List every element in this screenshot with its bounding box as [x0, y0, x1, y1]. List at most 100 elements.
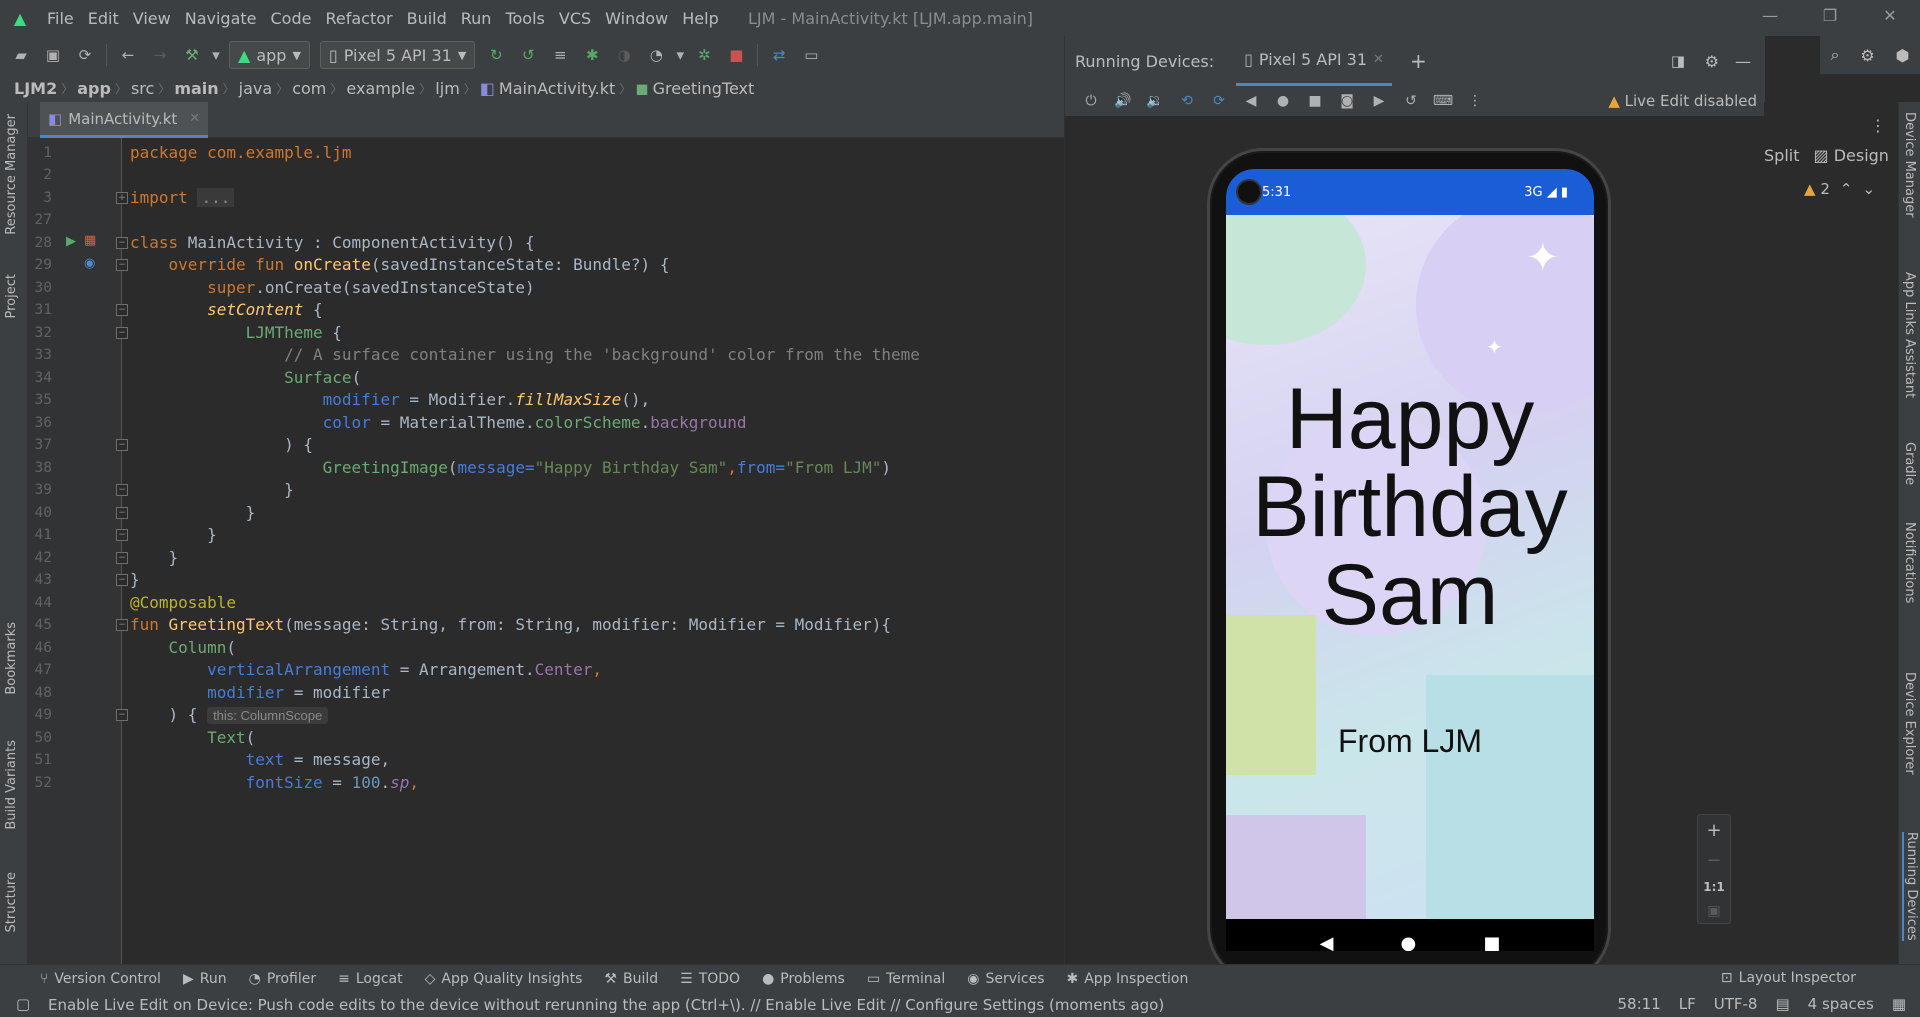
fold-toggle[interactable]: − — [116, 709, 128, 721]
attach-process-icon[interactable]: ✲ — [689, 41, 719, 69]
fold-toggle[interactable]: − — [116, 327, 128, 339]
crumb-example[interactable]: example — [346, 79, 415, 98]
menu-file[interactable]: File — [40, 9, 81, 28]
layout-toggle-icon[interactable]: ◨ — [1671, 52, 1685, 70]
volume-down-icon[interactable]: 🔉 — [1139, 93, 1171, 109]
attach-debugger-icon[interactable]: ◑ — [609, 41, 639, 69]
screen-record-icon[interactable]: ▶ — [1363, 93, 1395, 109]
fold-toggle[interactable]: − — [116, 552, 128, 564]
tool-version-control[interactable]: ⑂ Version Control — [40, 971, 161, 987]
next-highlight-icon[interactable]: ⌄ — [1862, 180, 1875, 198]
device-select[interactable]: ▯ Pixel 5 API 31 ▼ — [319, 41, 476, 69]
crumb-ljm[interactable]: ljm — [435, 79, 459, 98]
crumb-src[interactable]: src — [131, 79, 154, 98]
crumb-module[interactable]: app — [77, 79, 111, 98]
maximize-icon[interactable]: ❐ — [1810, 6, 1850, 25]
tab-gradle[interactable]: Gradle — [1902, 442, 1917, 485]
fold-toggle[interactable]: − — [116, 574, 128, 586]
fold-toggle[interactable]: − — [116, 507, 128, 519]
close-window-icon[interactable]: ✕ — [1870, 6, 1910, 25]
crumb-com[interactable]: com — [292, 79, 326, 98]
zoom-in-icon[interactable]: + — [1706, 820, 1721, 841]
line-separator[interactable]: LF — [1679, 995, 1696, 1013]
tool-app-quality-insights[interactable]: ◇ App Quality Insights — [425, 971, 583, 987]
indent-setting[interactable]: 4 spaces — [1808, 995, 1874, 1013]
run-gutter-icon[interactable]: ▶ — [66, 234, 76, 249]
run-tasks-icon[interactable]: ≡ — [545, 41, 575, 69]
profile-dropdown-icon[interactable]: ▾ — [673, 41, 687, 69]
run-config-select[interactable]: ▲ app ▼ — [229, 41, 310, 69]
tab-project[interactable]: Project — [4, 274, 19, 318]
compose-preview-icon[interactable]: ▦ — [84, 233, 96, 248]
home-button-icon[interactable]: ● — [1267, 93, 1299, 109]
sync-gradle-icon[interactable]: ⇄ — [764, 41, 794, 69]
readonly-lock-icon[interactable]: ▤ — [1775, 995, 1789, 1013]
menu-navigate[interactable]: Navigate — [178, 9, 264, 28]
status-message[interactable]: Enable Live Edit on Device: Push code ed… — [48, 996, 1164, 1014]
menu-tools[interactable]: Tools — [498, 9, 551, 28]
snapshot-icon[interactable]: ↺ — [1395, 93, 1427, 109]
rotate-right-icon[interactable]: ⟳ — [1203, 93, 1235, 109]
minimize-icon[interactable]: — — [1750, 6, 1790, 25]
menu-code[interactable]: Code — [264, 9, 319, 28]
keyboard-icon[interactable]: ⌨ — [1427, 93, 1459, 109]
save-icon[interactable]: ▣ — [38, 41, 68, 69]
more-options-icon[interactable]: ⋮ — [1870, 116, 1886, 135]
close-tab-icon[interactable]: ✕ — [189, 111, 200, 126]
file-encoding[interactable]: UTF-8 — [1714, 995, 1758, 1013]
close-tab-icon[interactable]: ✕ — [1373, 52, 1384, 67]
hide-panel-icon[interactable]: — — [1735, 52, 1751, 71]
warnings-indicator[interactable]: ▲ 2 — [1804, 180, 1830, 198]
tool-services[interactable]: ◉ Services — [967, 971, 1044, 987]
ide-update-icon[interactable]: ⬢ — [1896, 46, 1910, 65]
search-icon[interactable]: ⌕ — [1830, 45, 1839, 65]
tool-run[interactable]: ▶ Run — [183, 971, 227, 987]
nav-back-icon[interactable]: ◀ — [1320, 933, 1334, 952]
fold-toggle[interactable]: − — [116, 529, 128, 541]
rotate-left-icon[interactable]: ⟲ — [1171, 93, 1203, 109]
tool-terminal[interactable]: ▭ Terminal — [867, 971, 945, 987]
phone-screen[interactable]: 5:31 3G ◢ ▮ ✦ ✦ Happy Birthday Sam From … — [1226, 169, 1594, 951]
zoom-fit-icon[interactable]: ▣ — [1707, 903, 1720, 919]
settings-gear-icon[interactable]: ⚙ — [1860, 46, 1874, 65]
tool-logcat[interactable]: ≡ Logcat — [338, 971, 403, 987]
previous-highlight-icon[interactable]: ⌃ — [1840, 180, 1853, 198]
tool-app-inspection[interactable]: ✱ App Inspection — [1067, 971, 1189, 987]
tab-app-links-assistant[interactable]: App Links Assistant — [1902, 272, 1917, 398]
import-fold[interactable]: ... — [197, 188, 235, 207]
power-icon[interactable]: ⏻ — [1075, 93, 1107, 109]
menu-help[interactable]: Help — [675, 9, 725, 28]
override-icon[interactable]: ◉ — [84, 256, 95, 271]
back-button-icon[interactable]: ◀ — [1235, 93, 1267, 109]
crumb-java[interactable]: java — [239, 79, 273, 98]
menu-vcs[interactable]: VCS — [552, 9, 598, 28]
toggle-panels-icon[interactable]: ▢ — [16, 995, 30, 1013]
fold-toggle[interactable]: − — [116, 304, 128, 316]
tab-device-explorer[interactable]: Device Explorer — [1902, 672, 1917, 775]
build-hammer-icon[interactable]: ⚒ — [177, 41, 207, 69]
crumb-function[interactable]: GreetingText — [653, 79, 755, 98]
forward-icon[interactable]: → — [145, 41, 175, 69]
crumb-main[interactable]: main — [174, 79, 218, 98]
tab-device-pixel5[interactable]: ▯ Pixel 5 API 31 ✕ — [1236, 36, 1392, 86]
menu-edit[interactable]: Edit — [81, 9, 126, 28]
design-view-button[interactable]: ▨ Design — [1813, 146, 1888, 165]
profile-icon[interactable]: ◔ — [641, 41, 671, 69]
tab-resource-manager[interactable]: Resource Manager — [4, 114, 19, 235]
fold-toggle[interactable]: − — [116, 237, 128, 249]
menu-window[interactable]: Window — [598, 9, 675, 28]
tool-build[interactable]: ⚒ Build — [604, 971, 658, 987]
fold-toggle[interactable]: − — [116, 259, 128, 271]
code-editor[interactable]: 1 2 3 27 28 29 30 31 32 33 34 35 36 37 3… — [28, 138, 1064, 964]
stop-icon[interactable]: ■ — [721, 41, 751, 69]
tab-build-variants[interactable]: Build Variants — [4, 740, 19, 830]
fold-toggle[interactable]: − — [116, 484, 128, 496]
volume-up-icon[interactable]: 🔊 — [1107, 93, 1139, 109]
tab-bookmarks[interactable]: Bookmarks — [4, 622, 19, 695]
menu-view[interactable]: View — [126, 9, 178, 28]
tool-problems[interactable]: ● Problems — [762, 971, 845, 987]
screenshot-icon[interactable]: ◙ — [1331, 93, 1363, 109]
crumb-project[interactable]: LJM2 — [14, 79, 57, 98]
back-icon[interactable]: ← — [113, 41, 143, 69]
build-dropdown-icon[interactable]: ▾ — [209, 41, 223, 69]
